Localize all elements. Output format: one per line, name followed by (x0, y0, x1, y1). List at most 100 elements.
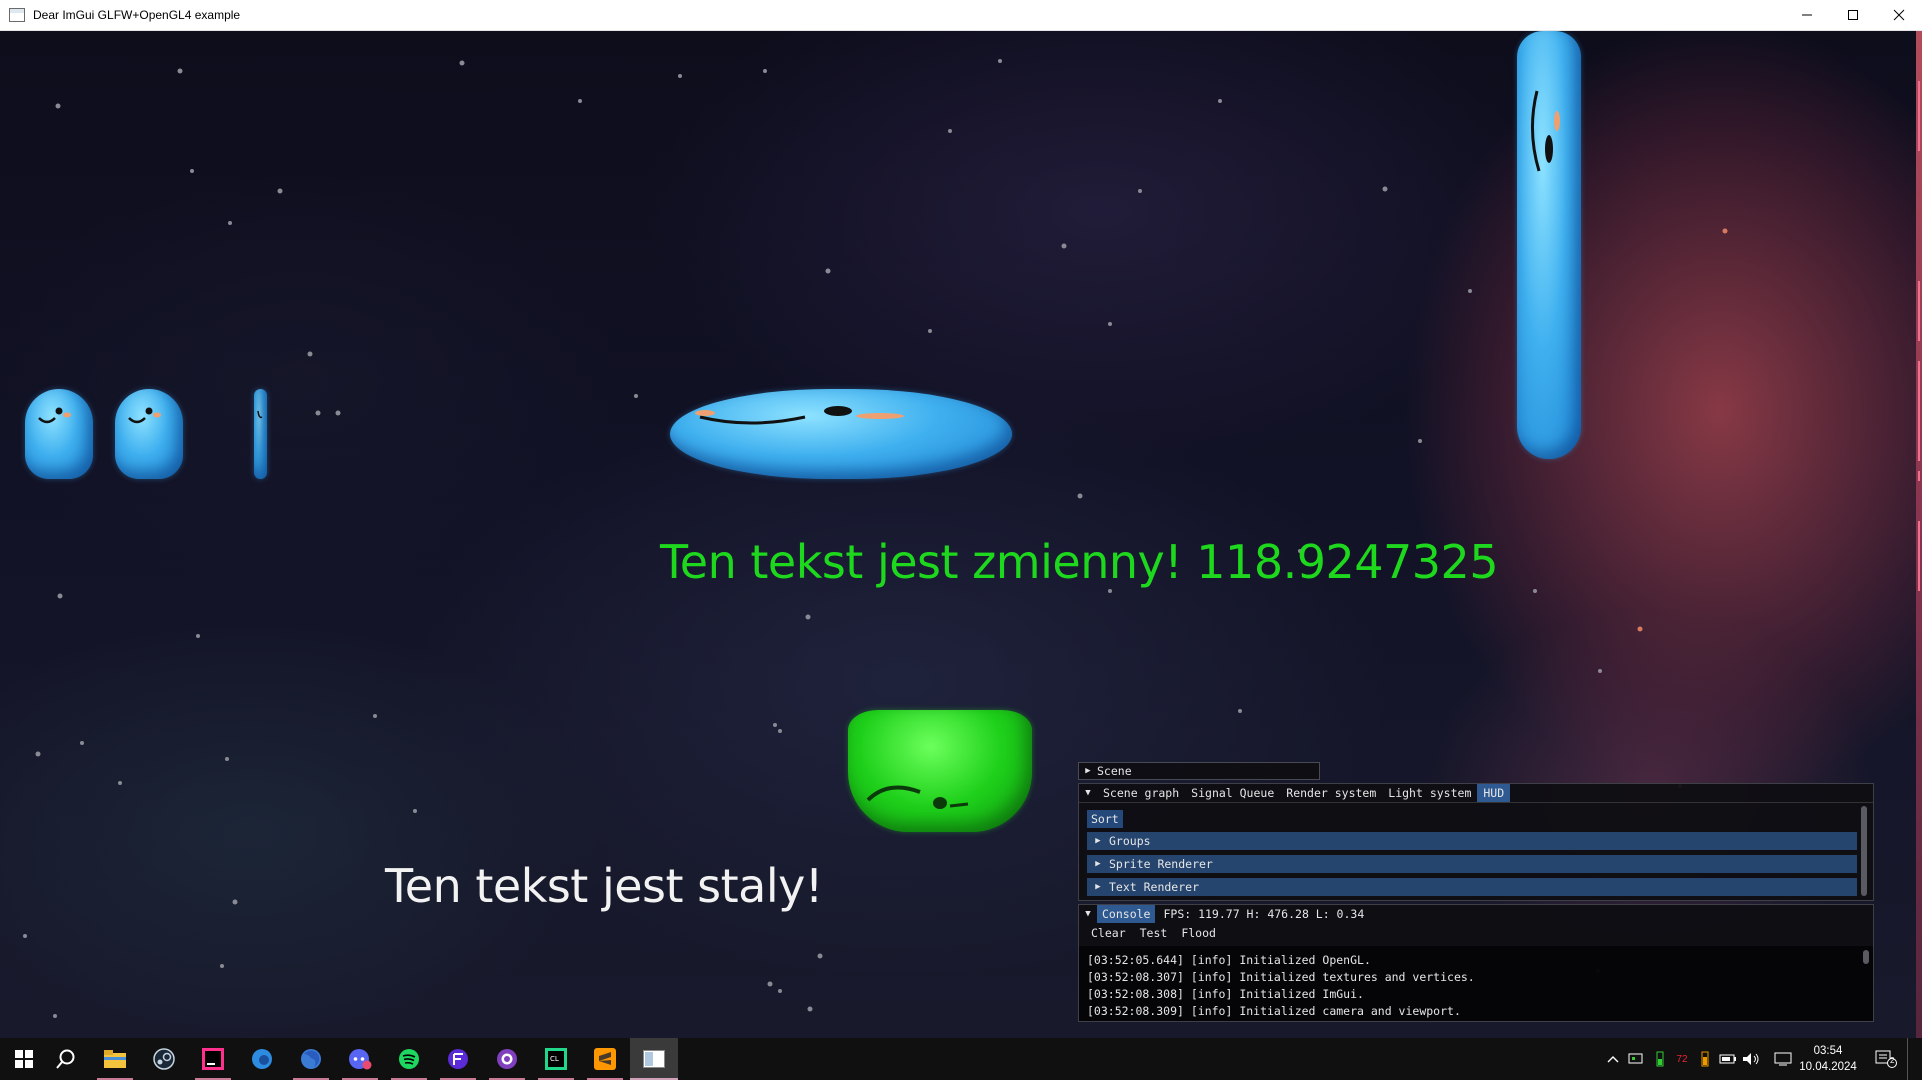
tab-console[interactable]: Console (1097, 905, 1156, 923)
test-button[interactable]: Test (1140, 926, 1168, 940)
tray-overflow-button[interactable] (1604, 1050, 1622, 1068)
imgui-scene-header[interactable]: ▶ Scene (1078, 762, 1320, 780)
close-button[interactable] (1876, 0, 1922, 30)
console-toolbar: Clear Test Flood (1079, 923, 1873, 943)
gpu-meter-icon (1656, 1051, 1664, 1067)
log-line: [03:52:08.309] [info] Initialized camera… (1087, 1004, 1461, 1018)
desktop: Dear ImGui GLFW+OpenGL4 example Ten teks… (0, 0, 1922, 1080)
network-monitor-icon (1628, 1053, 1643, 1064)
maximize-icon (1848, 10, 1858, 20)
tree-node-label: Text Renderer (1109, 880, 1200, 894)
blue-blob-sprite-thin (254, 389, 267, 479)
tree-node-text-renderer[interactable]: ▶ Text Renderer (1087, 878, 1857, 896)
clion-icon: CL (545, 1048, 567, 1070)
console-log[interactable]: [03:52:05.644] [info] Initialized OpenGL… (1079, 946, 1873, 1021)
tree-node-groups[interactable]: ▶ Groups (1087, 832, 1857, 850)
taskbar-clock[interactable]: 03:54 10.04.2024 (1796, 1043, 1860, 1075)
blue-blob-sprite (25, 389, 93, 479)
tab-render-system[interactable]: Render system (1280, 784, 1382, 802)
svg-text:CL: CL (550, 1055, 559, 1063)
window-title: Dear ImGui GLFW+OpenGL4 example (33, 8, 241, 22)
collapsed-arrow-icon: ▶ (1085, 766, 1091, 776)
ethernet-icon (1774, 1052, 1792, 1066)
taskbar-spotify[interactable] (385, 1038, 433, 1080)
taskbar-github-desktop[interactable] (483, 1038, 531, 1080)
window-titlebar[interactable]: Dear ImGui GLFW+OpenGL4 example (0, 0, 1922, 31)
fps-stats: FPS: 119.77 H: 476.28 L: 0.34 (1163, 907, 1365, 921)
show-desktop-button[interactable] (1907, 1038, 1908, 1080)
imgui-app-icon (643, 1050, 665, 1068)
notification-count: 2 (1890, 1056, 1895, 1065)
expanded-arrow-icon[interactable]: ▼ (1079, 788, 1097, 798)
taskbar-file-explorer[interactable] (91, 1038, 139, 1080)
tab-bar: ▼ Scene graph Signal Queue Render system… (1079, 784, 1873, 803)
tree-node-sprite-renderer[interactable]: ▶ Sprite Renderer (1087, 855, 1857, 873)
blob-face-icon (38, 407, 71, 424)
blob-face-icon (1531, 90, 1560, 172)
blob-face-icon (257, 410, 263, 419)
window-controls (1784, 0, 1922, 30)
tray-temperature[interactable]: 72 (1673, 1050, 1691, 1068)
tray-app-3[interactable] (1696, 1050, 1714, 1068)
taskbar-figma[interactable] (434, 1038, 482, 1080)
blue-blob-sprite-wide (670, 389, 1012, 479)
systems-scrollbar[interactable] (1861, 806, 1867, 896)
minimize-button[interactable] (1784, 0, 1830, 30)
tray-volume[interactable] (1742, 1050, 1760, 1068)
file-explorer-icon (104, 1050, 126, 1068)
flood-button[interactable]: Flood (1181, 926, 1216, 940)
collapsed-arrow-icon: ▶ (1095, 859, 1101, 869)
sort-button[interactable]: Sort (1087, 810, 1123, 828)
expanded-arrow-icon[interactable]: ▼ (1079, 909, 1097, 919)
speaker-icon (1743, 1053, 1759, 1065)
jetbrains-icon (202, 1048, 224, 1070)
maximize-button[interactable] (1830, 0, 1876, 30)
chevron-up-icon (1607, 1056, 1619, 1063)
tray-app-2[interactable] (1651, 1050, 1669, 1068)
tray-app-1[interactable] (1627, 1050, 1645, 1068)
taskbar-clion[interactable]: CL (532, 1038, 580, 1080)
taskbar-edge[interactable] (238, 1038, 286, 1080)
minimize-icon (1802, 14, 1812, 16)
console-header: ▼ Console FPS: 119.77 H: 476.28 L: 0.34 (1079, 905, 1873, 923)
steam-icon (153, 1048, 175, 1070)
battery-icon (1719, 1054, 1736, 1064)
taskbar-discord[interactable] (336, 1038, 384, 1080)
tab-hud[interactable]: HUD (1477, 784, 1511, 802)
tree-node-label: Sprite Renderer (1109, 857, 1213, 871)
log-line: [03:52:08.307] [info] Initialized textur… (1087, 970, 1475, 984)
blue-blob-sprite-tall (1517, 31, 1581, 459)
tray-network[interactable] (1774, 1050, 1792, 1068)
static-text: Ten tekst jest staly! (385, 859, 823, 913)
search-icon (56, 1049, 75, 1069)
search-button[interactable] (42, 1038, 90, 1080)
imgui-systems-panel: ▼ Scene graph Signal Queue Render system… (1078, 783, 1874, 901)
taskbar-firefox[interactable] (287, 1038, 335, 1080)
firefox-icon (301, 1049, 321, 1069)
temperature-badge: 72 (1676, 1053, 1688, 1065)
tab-light-system[interactable]: Light system (1382, 784, 1477, 802)
taskbar-imgui-app[interactable] (630, 1038, 678, 1080)
clock-time: 03:54 (1813, 1045, 1843, 1057)
start-button[interactable] (0, 1038, 48, 1080)
cpu-meter-icon (1701, 1051, 1709, 1067)
sublime-text-icon (594, 1048, 616, 1070)
action-center-button[interactable]: 2 (1872, 1050, 1900, 1068)
adjacent-window-edge (1916, 31, 1922, 1038)
blob-face-icon (695, 406, 904, 425)
taskbar-jetbrains[interactable] (189, 1038, 237, 1080)
tray-battery[interactable] (1719, 1050, 1737, 1068)
windows-taskbar: CL 72 03:54 10.04.2024 2 (0, 1038, 1922, 1080)
taskbar-sublime-text[interactable] (581, 1038, 629, 1080)
scene-header-label: Scene (1097, 764, 1132, 778)
tab-signal-queue[interactable]: Signal Queue (1185, 784, 1280, 802)
taskbar-steam[interactable] (140, 1038, 188, 1080)
start-icon (15, 1050, 33, 1068)
blob-face-icon (866, 785, 969, 809)
collapsed-arrow-icon: ▶ (1095, 882, 1101, 892)
console-scrollbar[interactable] (1863, 950, 1869, 964)
tab-scene-graph[interactable]: Scene graph (1097, 784, 1185, 802)
clear-button[interactable]: Clear (1091, 926, 1126, 940)
discord-icon (349, 1049, 372, 1070)
collapsed-arrow-icon: ▶ (1095, 836, 1101, 846)
